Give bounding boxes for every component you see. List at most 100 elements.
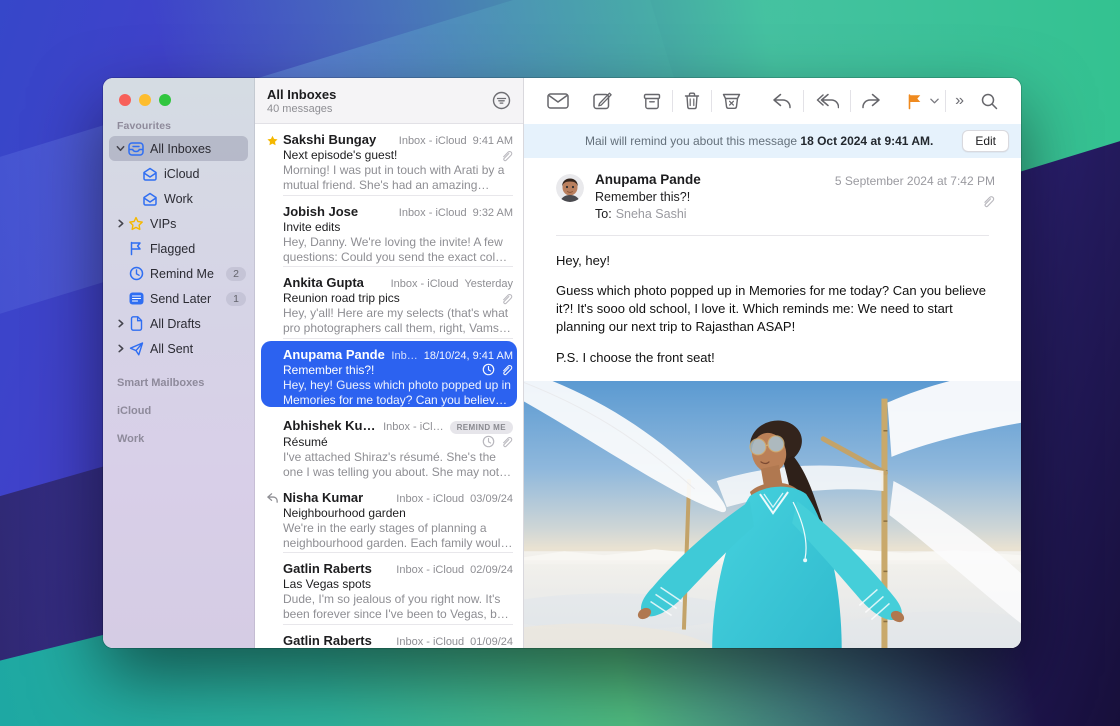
chevron-right-icon[interactable] [113,344,127,353]
timestamp: 18/10/24, 9:41 AM [424,350,513,362]
mailbox-label: Inbox - iCloud [396,636,464,648]
remind-me-badge: REMIND ME [450,421,513,434]
message-row[interactable]: Gatlin Raberts Inbox - iCloud 01/09/24 [255,625,523,649]
sender: Ankita Gupta [283,275,385,290]
timestamp: 9:32 AM [473,207,513,219]
sidebar-item-label: All Sent [150,342,246,356]
sender: Gatlin Raberts [283,633,390,648]
inbox-tray-icon [127,142,145,156]
message-body: Hey, hey! Guess which photo popped up in… [524,236,1021,381]
send-later-icon [127,292,145,305]
sidebar-item-all-inboxes[interactable]: All Inboxes [103,136,254,161]
smart-mailboxes-section-label[interactable]: Smart Mailboxes [103,361,254,389]
message-header: Anupama Pande Remember this?! To:Sneha S… [524,158,1021,231]
mailbox-label: Inb… [391,350,417,362]
filter-icon[interactable] [492,91,511,110]
sidebar-item-vips[interactable]: VIPs [103,211,254,236]
minimize-window-button[interactable] [139,94,151,106]
reminder-banner: Mail will remind you about this message … [524,124,1021,158]
message-row[interactable]: Ankita Gupta Inbox - iCloudYesterday Reu… [255,267,523,339]
message-count: 40 messages [267,103,492,115]
preview: Dude, I'm so jealous of you right now. I… [283,592,513,623]
delete-icon[interactable] [675,86,709,116]
sidebar-item-work-inbox[interactable]: Work [103,186,254,211]
favourites-section-label: Favourites [103,106,254,136]
chevron-right-icon[interactable] [113,319,127,328]
archive-icon[interactable] [634,86,670,116]
sidebar-item-all-drafts[interactable]: All Drafts [103,311,254,336]
document-icon [127,316,145,331]
paperclip-icon [500,149,513,162]
flag-icon [127,241,145,256]
message-sender-name[interactable]: Anupama Pande [595,172,835,187]
preview: Hey, Danny. We're loving the invite! A f… [283,235,513,266]
photo-attachment[interactable] [524,381,1021,648]
subject: Résumé [283,435,482,449]
sidebar-item-icloud-inbox[interactable]: iCloud [103,161,254,186]
message-list-body: Sakshi Bungay Inbox - iCloud9:41 AM Next… [255,124,523,648]
paperclip-icon [500,435,513,448]
recipient-name[interactable]: Sneha Sashi [616,207,687,221]
mailbox-label: Inbox - iCl… [383,421,444,433]
search-icon[interactable] [972,86,1007,116]
sidebar-item-send-later[interactable]: Send Later 1 [103,286,254,311]
sender-avatar[interactable] [556,174,584,202]
more-toolbar-items-icon[interactable]: » [947,92,972,110]
sidebar-item-label: Send Later [150,292,226,306]
flag-menu-chevron-icon[interactable] [926,98,943,104]
work-section-label[interactable]: Work [103,417,254,445]
mailbox-title: All Inboxes [267,87,492,102]
attachment-paperclip-icon[interactable] [835,194,995,208]
reminder-text: Mail will remind you about this message … [556,134,962,148]
message-row[interactable]: Nisha Kumar Inbox - iCloud03/09/24 Neigh… [255,482,523,554]
zoom-window-button[interactable] [159,94,171,106]
message-row[interactable]: Jobish Jose Inbox - iCloud9:32 AM Invite… [255,196,523,268]
message-row[interactable]: Gatlin Raberts Inbox - iCloud02/09/24 La… [255,553,523,625]
compose-icon[interactable] [584,86,621,116]
star-icon [127,216,145,231]
sidebar-item-all-sent[interactable]: All Sent [103,336,254,361]
message-list: All Inboxes 40 messages Sakshi Bungay In… [255,78,524,648]
timestamp: 02/09/24 [470,564,513,576]
close-window-button[interactable] [119,94,131,106]
timestamp: 01/09/24 [470,636,513,648]
timestamp: 9:41 AM [473,135,513,147]
sidebar-item-label: Flagged [150,242,246,256]
preview: We're in the early stages of planning a … [283,521,513,552]
icloud-section-label[interactable]: iCloud [103,389,254,417]
sidebar-item-remind-me[interactable]: Remind Me 2 [103,261,254,286]
subject: Next episode's guest! [283,148,500,162]
preview: Hey, hey! Guess which photo popped up in… [283,378,513,409]
reply-all-icon[interactable] [806,86,848,116]
mail-window: Favourites All Inboxes iCloud Work [103,78,1021,648]
reply-icon[interactable] [763,86,801,116]
count-badge: 2 [226,267,246,281]
body-ps: P.S. I choose the front seat! [556,349,989,367]
paperclip-icon [500,363,513,376]
subject: Las Vegas spots [283,577,513,591]
timestamp: 03/09/24 [470,493,513,505]
chevron-right-icon[interactable] [113,219,127,228]
mailbox-label: Inbox - iCloud [396,564,464,576]
edit-reminder-button[interactable]: Edit [962,130,1009,152]
remind-clock-icon [482,363,495,376]
clock-icon [127,266,145,281]
message-recipients: To: Sneha Sashi [595,207,835,221]
sidebar-item-flagged[interactable]: Flagged [103,236,254,261]
message-date: 5 September 2024 at 7:42 PM [835,174,995,188]
forward-icon[interactable] [852,86,890,116]
message-list-header: All Inboxes 40 messages [255,78,523,124]
message-row-selected[interactable]: Anupama Pande Inb…18/10/24, 9:41 AM Reme… [255,339,523,411]
to-label: To: [595,207,612,221]
flag-icon[interactable] [897,86,926,116]
reminder-date: 18 Oct 2024 at 9:41 AM. [800,134,933,148]
get-mail-icon[interactable] [538,86,578,116]
message-row[interactable]: Sakshi Bungay Inbox - iCloud9:41 AM Next… [255,124,523,196]
mailbox-label: Inbox - iCloud [391,278,459,290]
sidebar-item-label: iCloud [164,167,246,181]
replied-arrow-icon [261,490,283,554]
message-row[interactable]: Abhishek Kumar Inbox - iCl…REMIND ME Rés… [255,410,523,482]
junk-icon[interactable] [713,86,750,116]
chevron-down-icon[interactable] [113,144,127,153]
preview: Hey, y'all! Here are my selects (that's … [283,306,513,337]
